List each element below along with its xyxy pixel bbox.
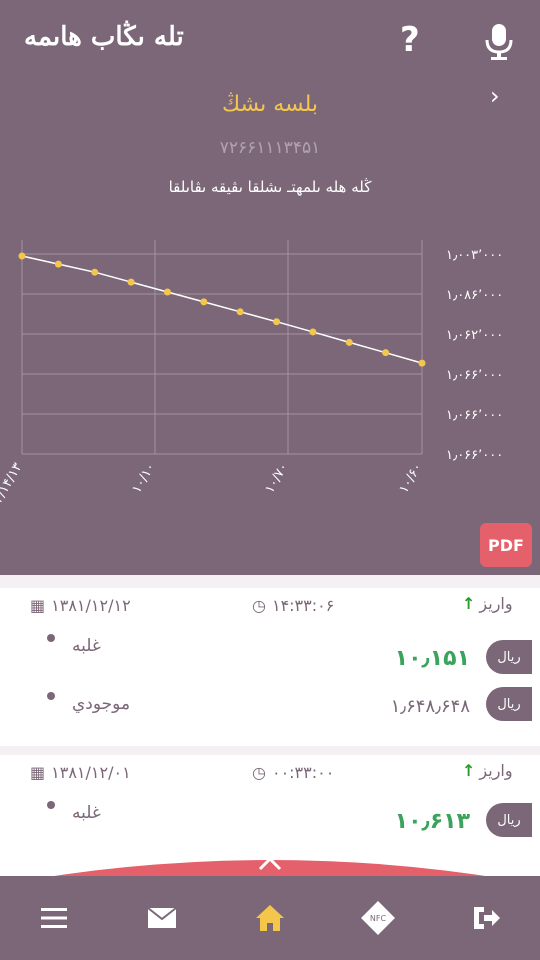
data-point xyxy=(91,268,99,276)
calendar-icon: ▦ xyxy=(30,596,46,615)
chart-title: ڭله هله ىلمهتـ ىشلقا ىڤيقه ىڤاىلقا xyxy=(168,178,372,196)
data-point xyxy=(273,318,281,326)
amount-value: ۱۰٫۶۱۳ xyxy=(394,809,470,834)
home-icon[interactable] xyxy=(250,902,290,934)
arrow-up-icon: ↑ xyxy=(462,761,476,780)
y-tick-label: ۱٫۰۶۶٬۰۰۰ xyxy=(446,448,503,463)
x-tick-label: ۱۰/۱۰ xyxy=(129,461,158,496)
app-title: تله ىڭاب هاىمه xyxy=(24,22,184,52)
currency-pill: ريال xyxy=(486,803,532,837)
pdf-button[interactable]: PDF xyxy=(480,523,532,567)
bullet xyxy=(47,801,55,809)
transaction-date: ۱۳۸۱/۱۲/۱۲ xyxy=(51,596,131,615)
data-point xyxy=(200,298,208,306)
clock-icon: ◷ xyxy=(252,596,266,615)
balance-label: موجودي xyxy=(72,694,131,714)
y-tick-label: ۱٫۰۰۳٬۰۰۰ xyxy=(446,248,503,263)
transaction-direction: واريز xyxy=(479,761,513,780)
data-point xyxy=(345,338,353,346)
x-tick-label: ۱۰/۶۰ xyxy=(396,461,425,496)
data-point xyxy=(54,260,62,268)
clock-icon: ◷ xyxy=(252,763,266,782)
amount-value: ۱۰٫۱۵۱ xyxy=(394,646,470,671)
y-tick-label: ۱٫۰۸۶٬۰۰۰ xyxy=(446,288,503,303)
date-row: ▦ ۱۳۸۱/۱۲/۱۲ xyxy=(30,596,131,615)
currency-pill: ريال xyxy=(486,640,532,674)
calendar-icon: ▦ xyxy=(30,763,46,782)
currency-pill: ريال xyxy=(486,687,532,721)
time-row: ◷ ۱۴:۳۳:۰۶ xyxy=(252,596,334,615)
exit-icon[interactable] xyxy=(466,902,506,934)
x-tick-label: ۱۰/۷۰ xyxy=(262,461,291,496)
transaction-date: ۱۳۸۱/۱۲/۰۱ xyxy=(51,763,131,782)
bullet xyxy=(47,634,55,642)
transaction-time: ۰۰:۳۳:۰۰ xyxy=(271,763,335,782)
microphone-icon[interactable] xyxy=(482,22,516,62)
date-row: ▦ ۱۳۸۱/۱۲/۰۱ xyxy=(30,763,131,782)
direction-row: ↑ واريز xyxy=(462,761,513,780)
svg-text:NFC: NFC xyxy=(370,914,387,923)
balance-chart: ۱٫۰۰۳٬۰۰۰ ۱٫۰۸۶٬۰۰۰ ۱٫۰۶۲٬۰۰۰ ۱٫۰۶۶٬۰۰۰ ۱٫۰۶… xyxy=(0,240,503,512)
balance-value: ۱٫۶۴۸٫۶۴۸ xyxy=(390,696,470,717)
account-number: ۷۲۶۶۱۱۱۳۴۵۱ xyxy=(219,138,321,158)
amount-label: غلبه xyxy=(72,803,101,823)
help-icon[interactable]: ? xyxy=(400,20,420,60)
data-point xyxy=(382,349,390,357)
y-tick-label: ۱٫۰۶۶٬۰۰۰ xyxy=(446,368,503,383)
account-title[interactable]: بلسه ىشڭ xyxy=(0,92,540,117)
transaction-direction: واريز xyxy=(479,594,513,613)
transaction-card[interactable]: ▦ ۱۳۸۱/۱۲/۱۲ ◷ ۱۴:۳۳:۰۶ ↑ واريز غلبه ۱۰٫… xyxy=(0,588,540,746)
data-point xyxy=(418,359,426,367)
data-point xyxy=(127,278,135,286)
bottom-nav: NFC xyxy=(0,876,540,960)
data-point xyxy=(236,308,244,316)
x-tick-label: ۱۴/۱۴/۱۳ xyxy=(0,460,25,511)
y-tick-label: ۱٫۰۶۶٬۰۰۰ xyxy=(446,408,503,423)
transaction-time: ۱۴:۳۳:۰۶ xyxy=(271,596,335,615)
menu-icon[interactable] xyxy=(34,902,74,934)
data-point xyxy=(18,252,26,260)
nfc-icon[interactable]: NFC xyxy=(358,901,398,935)
direction-row: ↑ واريز xyxy=(462,594,513,613)
data-point xyxy=(309,328,317,336)
bullet xyxy=(47,692,55,700)
series-line xyxy=(21,255,423,364)
amount-label: غلبه xyxy=(72,636,101,656)
mail-icon[interactable] xyxy=(142,902,182,934)
y-tick-label: ۱٫۰۶۲٬۰۰۰ xyxy=(446,328,503,343)
data-point xyxy=(163,288,171,296)
arrow-up-icon: ↑ xyxy=(462,594,476,613)
time-row: ◷ ۰۰:۳۳:۰۰ xyxy=(252,763,334,782)
